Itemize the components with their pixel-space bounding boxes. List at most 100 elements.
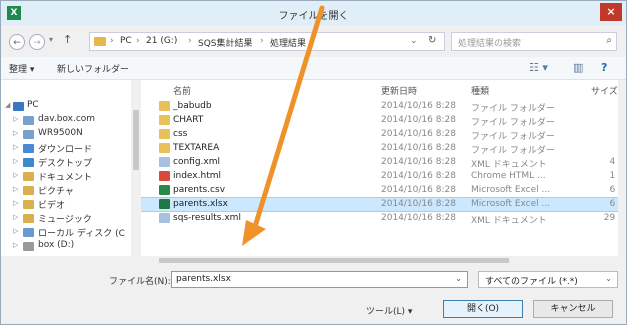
- nav-item-icon: [23, 242, 34, 251]
- breadcrumb-current[interactable]: 処理結果: [270, 36, 306, 49]
- expand-arrow-icon[interactable]: ▷: [13, 185, 18, 193]
- file-icon: [159, 199, 170, 209]
- horizontal-scroll-thumb[interactable]: [159, 258, 509, 263]
- forward-button[interactable]: →: [29, 34, 45, 50]
- filename-input[interactable]: parents.xlsx ⌄: [171, 271, 468, 288]
- navigation-scrollbar[interactable]: [131, 80, 141, 256]
- new-folder-button[interactable]: 新しいフォルダー: [57, 62, 129, 75]
- expand-arrow-icon[interactable]: ▷: [13, 143, 18, 151]
- file-name: CHART: [173, 115, 204, 125]
- breadcrumb-drive[interactable]: 21 (G:): [146, 36, 177, 46]
- expand-arrow-icon[interactable]: ▷: [13, 227, 18, 235]
- file-row[interactable]: config.xml 2014/10/16 8:28 XML ドキュメント 4 K: [141, 156, 626, 170]
- nav-item[interactable]: ▷ WR9500N: [1, 128, 141, 142]
- file-row[interactable]: parents.csv 2014/10/16 8:28 Microsoft Exce…: [141, 184, 626, 197]
- tools-menu[interactable]: ツール(L) ▾: [366, 304, 412, 317]
- nav-item[interactable]: ◢ PC: [1, 100, 141, 114]
- nav-item[interactable]: ▷ ドキュメント: [1, 170, 141, 184]
- preview-pane-icon[interactable]: ▥: [573, 61, 583, 74]
- nav-item-label: ダウンロード: [38, 145, 93, 155]
- search-input[interactable]: 処理結果の検索 ⌕: [451, 32, 617, 51]
- expand-arrow-icon[interactable]: ▷: [13, 199, 18, 207]
- file-list-scrollbar[interactable]: [618, 80, 626, 256]
- column-header-date[interactable]: 更新日時: [381, 84, 417, 97]
- file-type: ファイル フォルダー: [471, 146, 555, 156]
- file-icon: [159, 157, 170, 167]
- file-row[interactable]: index.html 2014/10/16 8:28 Chrome HTML ...…: [141, 170, 626, 183]
- nav-item-label: ビデオ: [38, 201, 66, 211]
- file-name: TEXTAREA: [173, 143, 220, 153]
- close-button[interactable]: ×: [600, 3, 622, 21]
- address-dropdown-icon[interactable]: ⌄: [410, 36, 418, 46]
- breadcrumb-sqs-results[interactable]: SQS集計結果: [198, 36, 253, 49]
- up-button[interactable]: ↑: [63, 33, 72, 46]
- nav-item[interactable]: ▷ ローカル ディスク (C: [1, 226, 141, 240]
- nav-item-label: dav.box.com: [38, 114, 96, 124]
- file-type-filter[interactable]: すべてのファイル (*.*) ⌄: [478, 271, 618, 288]
- title-bar[interactable]: X ファイルを開く ×: [1, 1, 626, 25]
- filename-dropdown-icon[interactable]: ⌄: [455, 274, 462, 283]
- recent-locations-dropdown[interactable]: ▾: [49, 35, 53, 44]
- file-name: sqs-results.xml: [173, 213, 241, 223]
- expand-arrow-icon[interactable]: ▷: [13, 129, 18, 137]
- nav-item[interactable]: ▷ ミュージック: [1, 212, 141, 226]
- file-row[interactable]: CHART 2014/10/16 8:28 ファイル フォルダー: [141, 114, 626, 128]
- nav-item-icon: [23, 172, 34, 181]
- file-type-dropdown-icon[interactable]: ⌄: [605, 274, 612, 283]
- nav-item[interactable]: ▷ box (D:): [1, 240, 141, 254]
- breadcrumb-pc[interactable]: PC: [120, 36, 132, 46]
- back-button[interactable]: ←: [9, 34, 25, 50]
- breadcrumb-separator: ›: [260, 36, 264, 46]
- help-icon[interactable]: ?: [601, 61, 607, 74]
- file-row[interactable]: sqs-results.xml 2014/10/16 8:28 XML ドキュメント…: [141, 212, 626, 226]
- column-header-type[interactable]: 種類: [471, 84, 489, 97]
- nav-item-label: PC: [27, 100, 39, 110]
- file-name: config.xml: [173, 157, 220, 167]
- nav-item-icon: [23, 144, 34, 153]
- column-header-size[interactable]: サイズ: [591, 84, 618, 97]
- search-icon[interactable]: ⌕: [606, 35, 612, 46]
- nav-item-label: box (D:): [38, 240, 75, 250]
- nav-item-icon: [13, 102, 24, 111]
- file-date: 2014/10/16 8:28: [381, 115, 456, 125]
- cancel-button[interactable]: キャンセル: [533, 300, 613, 318]
- navigation-scroll-thumb[interactable]: [133, 110, 139, 170]
- nav-item[interactable]: ▷ ピクチャ: [1, 184, 141, 198]
- file-type: ファイル フォルダー: [471, 132, 555, 142]
- nav-item[interactable]: ▷ ダウンロード: [1, 142, 141, 156]
- file-name: parents.csv: [173, 185, 226, 195]
- view-options-icon[interactable]: ☷ ▾: [529, 61, 548, 74]
- expand-arrow-icon[interactable]: ▷: [13, 171, 18, 179]
- file-open-dialog: X ファイルを開く × ← → ▾ ↑ › PC › 21 (G:) › SQS…: [0, 0, 627, 325]
- horizontal-scrollbar[interactable]: [141, 256, 626, 265]
- file-row[interactable]: _babudb 2014/10/16 8:28 ファイル フォルダー: [141, 100, 626, 114]
- expand-arrow-icon[interactable]: ◢: [5, 101, 10, 109]
- expand-arrow-icon[interactable]: ▷: [13, 115, 18, 123]
- file-date: 2014/10/16 8:28: [381, 213, 456, 223]
- nav-item-label: ミュージック: [38, 215, 92, 225]
- nav-item[interactable]: ▷ ビデオ: [1, 198, 141, 212]
- expand-arrow-icon[interactable]: ▷: [13, 157, 18, 165]
- expand-arrow-icon[interactable]: ▷: [13, 241, 18, 249]
- column-header-name[interactable]: 名前: [173, 84, 191, 97]
- open-button[interactable]: 開く(O): [443, 300, 523, 318]
- filename-label: ファイル名(N):: [109, 277, 171, 287]
- file-row[interactable]: TEXTAREA 2014/10/16 8:28 ファイル フォルダー: [141, 142, 626, 156]
- file-type: ファイル フォルダー: [471, 104, 555, 114]
- address-bar[interactable]: › PC › 21 (G:) › SQS集計結果 › 処理結果 ⌄ ↻: [89, 32, 445, 51]
- organize-menu[interactable]: 整理 ▾: [9, 62, 34, 75]
- nav-item-icon: [23, 116, 34, 125]
- file-date: 2014/10/16 8:28: [381, 129, 456, 139]
- file-row-selected[interactable]: parents.xlsx 2014/10/16 8:28 Microsoft Exc…: [141, 197, 626, 212]
- file-icon: [159, 171, 170, 181]
- breadcrumb-separator: ›: [110, 36, 114, 46]
- navigation-pane: ◢ PC ▷ dav.box.com ▷ WR9500N ▷ ダウンロード ▷ デスクトップ ▷ ドキ…: [1, 80, 141, 256]
- nav-item[interactable]: ▷ デスクトップ: [1, 156, 141, 170]
- file-date: 2014/10/16 8:28: [381, 185, 456, 195]
- file-date: 2014/10/16 8:28: [381, 171, 456, 181]
- expand-arrow-icon[interactable]: ▷: [13, 213, 18, 221]
- file-row[interactable]: css 2014/10/16 8:28 ファイル フォルダー: [141, 128, 626, 142]
- file-list: 名前 更新日時 種類 サイズ _babudb 2014/10/16 8:28 ファイ…: [141, 80, 626, 256]
- nav-item[interactable]: ▷ dav.box.com: [1, 114, 141, 128]
- refresh-icon[interactable]: ↻: [428, 35, 436, 46]
